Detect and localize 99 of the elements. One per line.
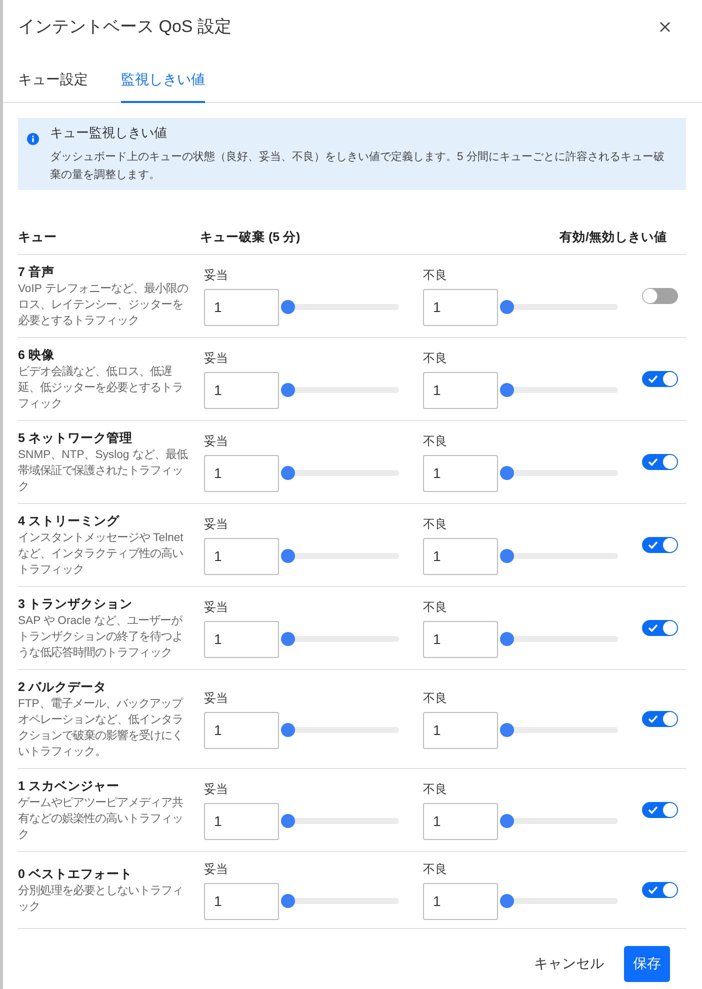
- cancel-button[interactable]: キャンセル: [524, 946, 614, 982]
- slider-thumb[interactable]: [281, 814, 295, 828]
- info-title: キュー監視しきい値: [50, 124, 168, 142]
- threshold-label: 不良: [423, 432, 447, 448]
- tab[interactable]: 監視しきい値: [121, 58, 205, 103]
- slider-thumb[interactable]: [500, 814, 514, 828]
- info-text: ダッシュボード上のキューの状態（良好、妥当、不良）をしきい値で定義します。5 分間にキューごとに許容されるキュー破棄の量を調整します。: [50, 150, 666, 183]
- switch-knob: [663, 372, 677, 386]
- tab[interactable]: キュー設定: [18, 58, 88, 103]
- threshold-label: 不良: [423, 350, 447, 366]
- toggle-switch[interactable]: [642, 882, 678, 898]
- queue-name: 4 ストリーミング: [18, 513, 120, 530]
- queue-name: 7 音声: [18, 264, 56, 281]
- slider-thumb[interactable]: [500, 300, 514, 314]
- number-input[interactable]: 1: [204, 372, 279, 408]
- slider-thumb[interactable]: [281, 549, 295, 563]
- toggle-switch[interactable]: [642, 802, 678, 818]
- threshold-label: 不良: [423, 860, 447, 876]
- check-icon: [648, 886, 658, 894]
- queue-name: 0 ベストエフォート: [18, 866, 134, 883]
- slider-thumb[interactable]: [500, 466, 514, 480]
- number-input[interactable]: 1: [423, 802, 498, 840]
- threshold-label: 妥当: [204, 350, 228, 366]
- number-input[interactable]: 1: [204, 882, 279, 920]
- queue-description: SAP や Oracle など、ユーザーがトランザクションの終了を待つような低応答時間のトラフィック: [18, 614, 184, 661]
- switch-knob: [663, 803, 677, 817]
- threshold-label: 妥当: [204, 432, 228, 448]
- switch-knob: [663, 883, 677, 897]
- threshold-label: 不良: [423, 598, 447, 614]
- toggle-switch[interactable]: [642, 454, 678, 470]
- switch-knob: [663, 455, 677, 469]
- number-input[interactable]: 1: [423, 454, 498, 492]
- queue-description: 分別処理を必要としないトラフィック: [18, 884, 184, 915]
- number-input[interactable]: 1: [423, 288, 498, 326]
- column-header: キュー破棄 (5 分): [200, 229, 302, 246]
- slider-thumb[interactable]: [500, 383, 514, 397]
- info-icon: [27, 133, 39, 145]
- slider-thumb[interactable]: [500, 549, 514, 563]
- check-icon: [648, 541, 658, 549]
- threshold-label: 不良: [423, 266, 447, 282]
- threshold-label: 妥当: [204, 780, 228, 796]
- threshold-label: 妥当: [204, 690, 228, 706]
- switch-knob: [663, 621, 677, 635]
- column-header: キュー: [18, 229, 58, 246]
- threshold-label: 妥当: [204, 516, 228, 532]
- check-icon: [648, 375, 658, 383]
- toggle-switch[interactable]: [642, 371, 678, 387]
- queue-description: FTP、電子メール、バックアップオペレーションなど、低インタラクションで破棄の影響を受けにくいトラフィック。: [18, 696, 184, 760]
- queue-name: 1 スカベンジャー: [18, 778, 120, 795]
- queue-name: 2 バルクデータ: [18, 679, 108, 696]
- slider-thumb[interactable]: [500, 723, 514, 737]
- number-input[interactable]: 1: [204, 712, 279, 748]
- number-input[interactable]: 1: [204, 538, 279, 574]
- threshold-label: 妥当: [204, 860, 228, 876]
- number-input[interactable]: 1: [423, 538, 498, 574]
- threshold-label: 不良: [423, 516, 447, 532]
- number-input[interactable]: 1: [204, 802, 279, 840]
- switch-knob: [643, 289, 657, 303]
- dialog-title: インテントベース QoS 設定: [18, 16, 232, 38]
- queue-description: SNMP、NTP、Syslog など、最低帯域保証で保護されたトラフィック: [18, 448, 189, 495]
- save-button[interactable]: 保存: [624, 946, 670, 982]
- queue-description: VoIP テレフォニーなど、最小限のロス、レイテンシー、ジッターを必要とするトラフィック: [18, 282, 189, 329]
- column-header: 有効/無効しきい値: [560, 229, 667, 246]
- queue-description: ビデオ会議など、低ロス、低遅延、低ジッターを必要とするトラフィック: [18, 364, 184, 412]
- slider-thumb[interactable]: [281, 632, 295, 646]
- switch-knob: [663, 712, 677, 726]
- threshold-label: 妥当: [204, 266, 228, 282]
- number-input[interactable]: 1: [423, 712, 498, 748]
- slider-thumb[interactable]: [281, 466, 295, 480]
- toggle-switch[interactable]: [642, 537, 678, 553]
- queue-name: 3 トランザクション: [18, 596, 134, 613]
- check-icon: [648, 806, 658, 814]
- slider-thumb[interactable]: [281, 723, 295, 737]
- threshold-label: 不良: [423, 780, 447, 796]
- number-input[interactable]: 1: [423, 620, 498, 658]
- slider-thumb[interactable]: [281, 300, 295, 314]
- number-input[interactable]: 1: [204, 620, 279, 658]
- slider-thumb[interactable]: [500, 632, 514, 646]
- toggle-switch[interactable]: [642, 620, 678, 636]
- slider-thumb[interactable]: [281, 894, 295, 908]
- number-input[interactable]: 1: [204, 288, 279, 326]
- queue-description: インスタントメッセージや Telnet など、インタラクティブ性の高いトラフィック: [18, 531, 184, 578]
- number-input[interactable]: 1: [423, 372, 498, 408]
- check-icon: [648, 624, 658, 632]
- slider-thumb[interactable]: [281, 383, 295, 397]
- check-icon: [648, 715, 658, 723]
- toggle-switch[interactable]: [642, 711, 678, 727]
- check-icon: [648, 458, 658, 466]
- threshold-label: 妥当: [204, 598, 228, 614]
- threshold-label: 不良: [423, 690, 447, 706]
- close-icon: [660, 22, 670, 32]
- number-input[interactable]: 1: [423, 882, 498, 920]
- queue-name: 6 映像: [18, 347, 56, 364]
- number-input[interactable]: 1: [204, 454, 279, 492]
- slider-thumb[interactable]: [500, 894, 514, 908]
- switch-knob: [663, 538, 677, 552]
- toggle-switch[interactable]: [642, 288, 678, 304]
- queue-description: ゲームやピアツーピアメディア共有などの娯楽性の高いトラフィック: [18, 796, 184, 843]
- queue-name: 5 ネットワーク管理: [18, 430, 134, 447]
